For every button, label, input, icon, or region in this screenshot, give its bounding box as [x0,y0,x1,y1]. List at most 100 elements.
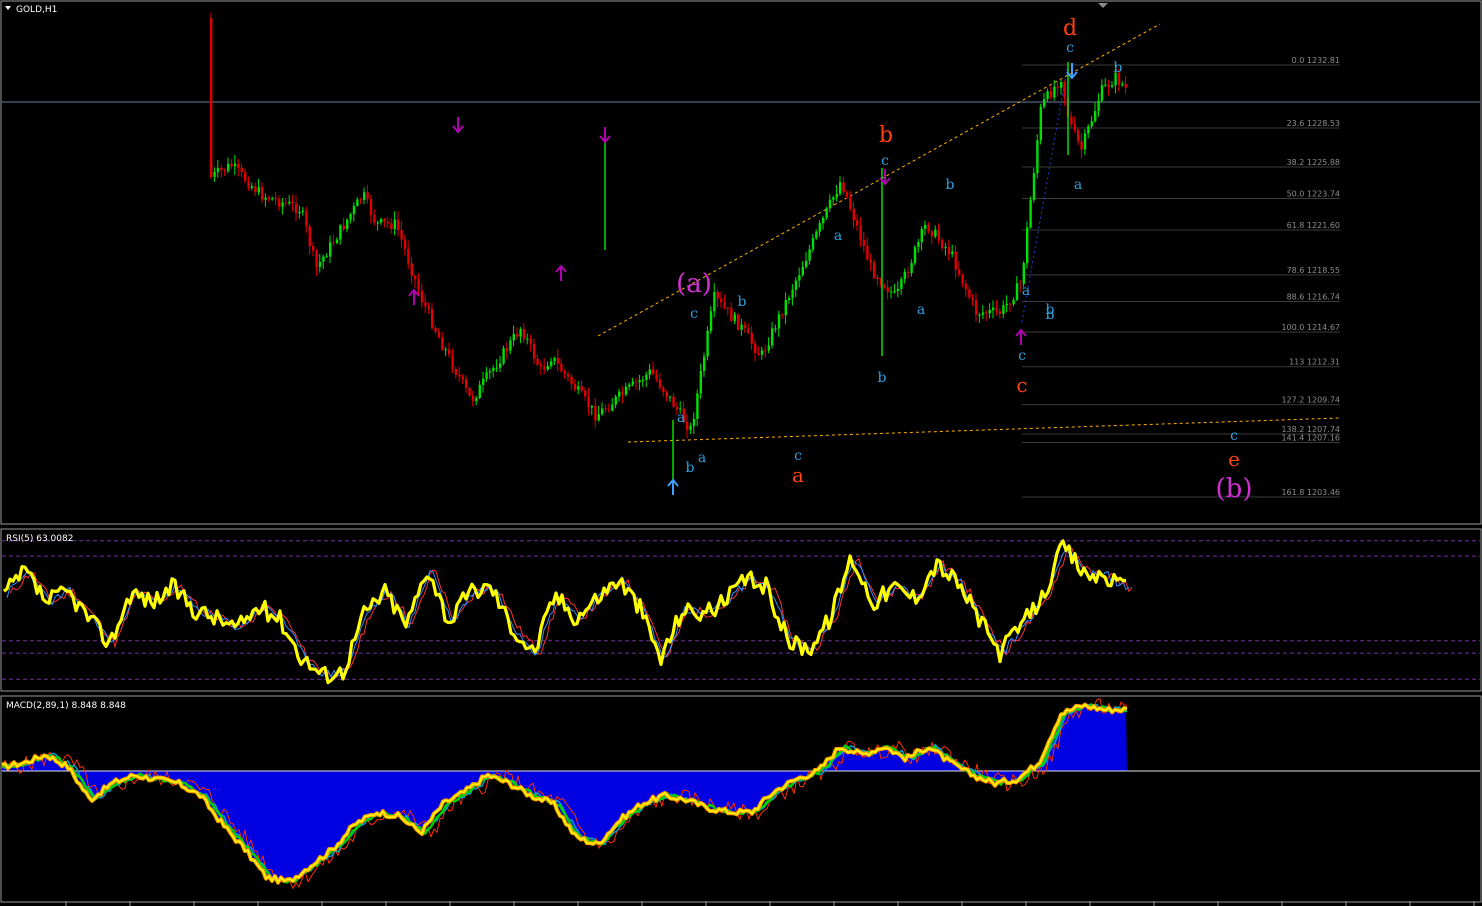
candle-body [777,314,781,329]
wave-label: a [1074,177,1082,193]
candle-body [495,367,498,369]
wave-label: a [698,450,706,466]
candle-body [815,231,818,239]
candle-body [312,245,315,251]
wave-label: a [677,410,685,426]
candle-body [216,167,220,172]
candle-body [1043,99,1046,107]
candle-body [1100,85,1104,101]
candle-body [250,186,254,189]
wave-label: c [1016,373,1027,397]
candle-body [737,314,740,330]
candle-body [1039,106,1042,141]
candle-body [1077,130,1080,142]
candle-body [890,291,893,293]
candle-body [638,380,641,383]
candle-body [257,187,260,193]
candle-body [941,239,944,248]
candle-body [723,302,726,308]
sell-arrow-icon [452,117,464,134]
price-chart-canvas[interactable]: GOLD,H1 0.0 1232.81 23.6 1228.53 38.2 1225… [0,0,1482,906]
candle-body [964,283,968,290]
candle-body [876,277,879,280]
candle-body [954,251,957,270]
shift-marker-icon[interactable] [1098,3,1108,8]
candle-body [403,239,407,250]
candle-body [318,261,322,267]
candle-body [767,345,770,351]
fib-label: 38.2 1225.88 [1287,158,1340,167]
candle-body [883,284,886,288]
candle-body [975,300,978,315]
candle-body [886,287,889,292]
candle-body [369,198,373,216]
candle-body [754,343,757,354]
candle-body [1015,283,1019,300]
wave-label: c [881,153,889,169]
fib-label: 100.0 1214.67 [1281,323,1340,332]
fib-label: 127.2 1209.74 [1281,396,1340,405]
candle-body [662,387,665,392]
candle-body [573,384,577,390]
candle-body [845,191,849,197]
candle-body [339,225,342,240]
rsi-levels [2,540,1480,680]
candle-body [1022,263,1025,284]
candle-body [1005,303,1008,306]
candle-body [1104,84,1107,86]
wave-label: d [1063,16,1077,41]
candle-body [716,291,719,299]
wave-label: e [1228,447,1240,471]
fib-label: 61.8 1221.60 [1287,221,1340,230]
wave-label: c [690,306,698,322]
wave-label: a [917,302,925,318]
candle-body [502,348,505,364]
candle-body [1087,126,1090,134]
wave-label: b [1046,302,1055,318]
candle-body [805,260,808,267]
candle-body [376,222,379,224]
candle-body [505,348,509,351]
candle-body [692,418,696,427]
candles-group [210,12,1127,482]
candle-body [808,249,811,261]
candle-body [794,280,798,290]
wave-label: c [794,448,802,464]
candle-body [873,262,876,278]
rsi-slow-line [9,544,1133,679]
candle-body [1090,121,1093,127]
candle-body [852,208,855,221]
candle-body [393,219,396,229]
candle-body [342,225,345,230]
candle-body [750,332,753,344]
candle-body [937,229,940,240]
candle-body [543,366,546,370]
candle-body [315,250,318,267]
dropdown-triangle-icon[interactable] [5,6,11,10]
candle-body [1107,84,1110,88]
candle-body [862,240,866,246]
candle-body [927,224,930,232]
candle-body [210,18,213,177]
candle-body [835,193,838,198]
candle-body [482,378,485,385]
candle-body [696,393,699,419]
candle-body [237,163,240,168]
candle-body [271,198,274,200]
candle-body [356,199,359,206]
candle-body [407,249,410,264]
symbol-title: GOLD,H1 [16,5,57,15]
candle-body [220,167,223,170]
candle-body [475,397,478,401]
candle-body [1029,199,1032,228]
candle-body [410,263,413,276]
candle-body [818,223,821,232]
candle-body [910,263,913,274]
candle-body [325,256,328,258]
candle-body [760,350,764,355]
candle-body [907,272,910,274]
candle-body [227,163,230,171]
candle-body [1097,100,1100,112]
candle-body [825,208,828,218]
candle-body [995,307,998,312]
